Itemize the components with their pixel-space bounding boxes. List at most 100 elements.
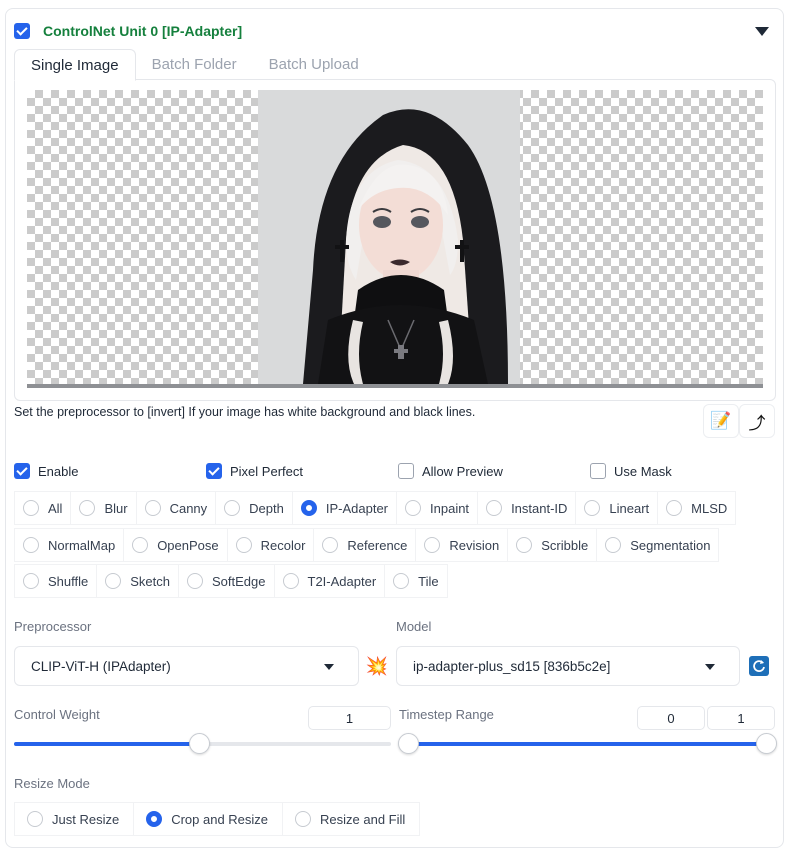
unit-title: ControlNet Unit 0 [IP-Adapter] [43,23,243,39]
control-type-lineart[interactable]: Lineart [575,491,659,525]
control-weight-input[interactable]: 1 [308,706,391,730]
control-type-row-1: All Blur Canny Depth IP-Adapter Inpaint Instan… [14,491,737,525]
radio-icon[interactable] [300,500,317,516]
refresh-models-icon[interactable] [749,656,769,676]
control-type-inpaint[interactable]: Inpaint [396,491,479,525]
enable-check-icon[interactable] [14,463,30,479]
control-type-instant-id[interactable]: Instant-ID [477,491,577,525]
use-mask-checkbox[interactable]: Use Mask [590,463,672,479]
collapse-caret-icon[interactable] [755,27,769,36]
radio-icon[interactable] [144,500,161,516]
tab-batch-upload[interactable]: Batch Upload [253,49,375,81]
control-type-canny[interactable]: Canny [135,491,217,525]
radio-icon[interactable] [584,500,601,516]
timestep-end-input[interactable]: 1 [707,706,775,730]
control-type-all[interactable]: All [14,491,72,525]
control-type-sketch[interactable]: Sketch [96,564,179,598]
radio-icon[interactable] [605,537,622,553]
control-type-label: Canny [169,500,208,516]
control-type-row-3: Shuffle Sketch SoftEdge T2I-Adapter Tile [14,564,448,598]
pixel-perfect-checkbox[interactable]: Pixel Perfect [206,463,303,479]
edit-note-icon[interactable]: 📝 [703,404,739,438]
radio-icon[interactable] [322,537,339,553]
radio-icon[interactable] [23,573,39,589]
radio-icon[interactable] [295,811,312,827]
control-type-label: MLSD [691,500,728,516]
control-type-reference[interactable]: Reference [313,528,417,562]
image-tabs: Single Image Batch Folder Batch Upload [14,49,375,81]
control-type-depth[interactable]: Depth [215,491,293,525]
unit-enable-checkbox[interactable] [14,23,30,39]
control-type-revision[interactable]: Revision [415,528,509,562]
allow-preview-check-icon[interactable] [398,463,414,479]
radio-icon[interactable] [105,573,122,589]
control-type-openpose[interactable]: OpenPose [123,528,228,562]
radio-icon[interactable] [393,573,410,589]
radio-icon[interactable] [79,500,96,516]
resize-mode-options: Just Resize Crop and Resize Resize and Fil… [14,802,421,836]
control-type-segmentation[interactable]: Segmentation [596,528,720,562]
radio-icon[interactable] [23,537,39,553]
control-type-shuffle[interactable]: Shuffle [14,564,98,598]
reference-image [258,90,520,384]
timestep-end-handle[interactable] [756,733,777,754]
timestep-start-handle[interactable] [398,733,419,754]
radio-icon[interactable] [516,537,533,553]
radio-icon[interactable] [146,811,163,827]
pixel-perfect-check-icon[interactable] [206,463,222,479]
control-type-tile[interactable]: Tile [384,564,448,598]
radio-icon[interactable] [224,500,241,516]
control-type-label: Revision [449,537,500,553]
preprocessor-hint: Set the preprocessor to [invert] If your… [14,405,476,419]
run-preprocessor-icon[interactable]: 💥 [360,649,394,683]
resize-mode-crop-and-resize[interactable]: Crop and Resize [133,802,284,836]
unit-header[interactable]: ControlNet Unit 0 [IP-Adapter] [14,21,242,41]
image-canvas[interactable] [27,90,763,384]
image-divider [27,384,763,388]
resize-mode-resize-and-fill[interactable]: Resize and Fill [282,802,421,836]
control-type-ip-adapter[interactable]: IP-Adapter [291,491,398,525]
resize-mode-label: Crop and Resize [171,811,269,827]
resize-mode-label: Resize Mode [14,776,90,791]
radio-icon[interactable] [424,537,441,553]
radio-icon[interactable] [187,573,203,589]
control-type-softedge[interactable]: SoftEdge [178,564,275,598]
model-select[interactable]: ip-adapter-plus_sd15 [836b5c2e] [396,646,740,686]
resize-mode-just-resize[interactable]: Just Resize [14,802,135,836]
control-type-label: Blur [104,500,128,516]
control-type-label: Reference [347,537,408,553]
control-type-recolor[interactable]: Recolor [226,528,315,562]
tab-single-image[interactable]: Single Image [14,49,136,81]
allow-preview-checkbox[interactable]: Allow Preview [398,463,503,479]
preprocessor-select[interactable]: CLIP-ViT-H (IPAdapter) [14,646,359,686]
image-upload-area[interactable] [14,79,776,401]
radio-icon[interactable] [666,500,683,516]
control-type-t2i-adapter[interactable]: T2I-Adapter [273,564,386,598]
control-type-scribble[interactable]: Scribble [507,528,598,562]
radio-icon[interactable] [132,537,149,553]
preprocessor-label: Preprocessor [14,619,92,634]
control-type-label: NormalMap [48,537,116,553]
control-type-label: OpenPose [157,537,219,553]
radio-icon[interactable] [405,500,422,516]
radio-icon[interactable] [23,500,39,516]
control-type-mlsd[interactable]: MLSD [657,491,737,525]
control-type-normalmap[interactable]: NormalMap [14,528,125,562]
timestep-range-slider[interactable] [398,733,777,754]
control-type-blur[interactable]: Blur [70,491,137,525]
radio-icon[interactable] [27,811,43,827]
use-mask-check-icon[interactable] [590,463,606,479]
send-dimensions-icon[interactable]: ⤴ [739,404,775,438]
controlnet-unit-panel: ControlNet Unit 0 [IP-Adapter] Single Im… [5,8,784,848]
tab-batch-folder[interactable]: Batch Folder [136,49,253,81]
timestep-start-input[interactable]: 0 [637,706,705,730]
control-type-label: All [48,500,63,516]
control-type-label: IP-Adapter [325,500,389,516]
radio-icon[interactable] [282,573,299,589]
enable-checkbox[interactable]: Enable [14,463,78,479]
use-mask-label: Use Mask [614,463,672,479]
control-weight-handle[interactable] [188,733,210,754]
radio-icon[interactable] [486,500,503,516]
radio-icon[interactable] [235,537,252,553]
control-weight-slider[interactable] [14,733,391,754]
